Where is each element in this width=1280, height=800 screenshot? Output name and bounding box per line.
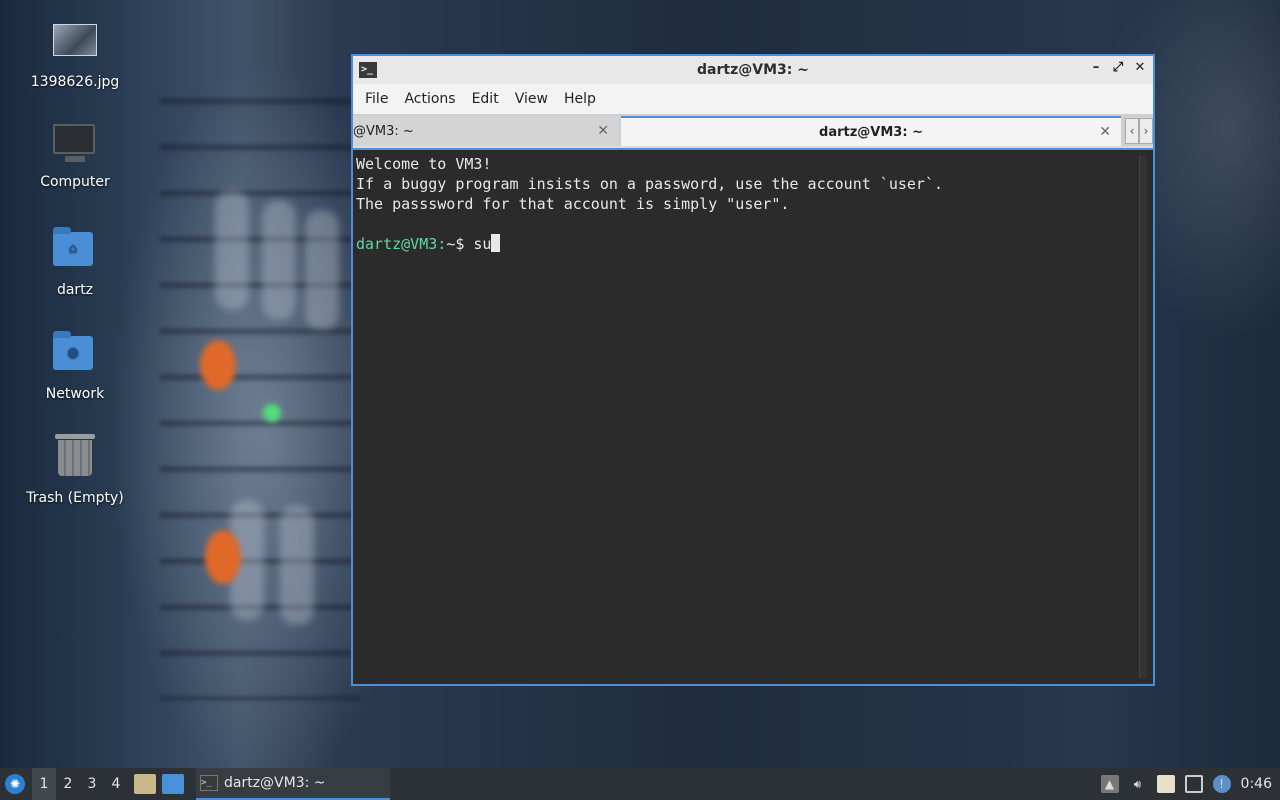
start-menu-button[interactable]: ✺ (0, 768, 30, 800)
chevron-left-icon[interactable]: ‹ (1125, 118, 1139, 144)
wallpaper-green-light (263, 404, 281, 422)
tab-bar: @VM3: ~ ✕ dartz@VM3: ~ ✕ ‹ › (353, 114, 1153, 146)
wallpaper-drive-bay (280, 505, 314, 625)
desktop-icon-label: Trash (Empty) (26, 490, 124, 506)
desktop-icon-network[interactable]: ● Network (20, 330, 130, 402)
text-cursor (491, 234, 501, 252)
menu-view[interactable]: View (507, 91, 556, 107)
show-desktop-icon[interactable] (162, 774, 184, 794)
wallpaper-drive-bay (215, 190, 249, 310)
maximize-icon[interactable]: ⤢ (1111, 60, 1125, 75)
menu-edit[interactable]: Edit (464, 91, 507, 107)
menu-help[interactable]: Help (556, 91, 604, 107)
terminal-prompt-suffix: ~$ (446, 235, 474, 253)
tab-close-icon[interactable]: ✕ (1099, 124, 1111, 140)
wallpaper-drive-bay (305, 210, 339, 330)
tab-label: @VM3: ~ (353, 123, 414, 139)
window-controls: – ⤢ ✕ (1089, 60, 1147, 75)
terminal-scrollbar[interactable] (1139, 156, 1147, 678)
menu-actions[interactable]: Actions (396, 91, 463, 107)
terminal-app-icon[interactable]: >_ (359, 62, 377, 78)
notification-icon[interactable]: ! (1212, 775, 1231, 793)
desktop-switcher: 1 2 3 4 (32, 768, 128, 800)
terminal-line: If a buggy program insists on a password… (356, 175, 943, 193)
app-menu-icon: ✺ (5, 774, 25, 794)
desktop-button-3[interactable]: 3 (80, 768, 104, 800)
wallpaper-orange-light (200, 340, 236, 390)
menu-file[interactable]: File (357, 91, 396, 107)
desktop-button-4[interactable]: 4 (104, 768, 128, 800)
terminal-command: su (473, 235, 492, 253)
desktop-button-2[interactable]: 2 (56, 768, 80, 800)
network-icon[interactable] (1184, 775, 1203, 793)
chevron-right-icon[interactable]: › (1139, 118, 1153, 144)
clock[interactable]: 0:46 (1241, 776, 1272, 792)
tab-close-icon[interactable]: ✕ (597, 123, 609, 139)
terminal-prompt-line: dartz@VM3:~$ su (356, 234, 1153, 254)
wallpaper-drive-bay (262, 200, 296, 320)
terminal-prompt: dartz@VM3: (356, 235, 447, 253)
file-manager-launcher-icon[interactable] (134, 774, 156, 794)
terminal-task-icon: >_ (200, 775, 218, 791)
desktop-icon-label: 1398626.jpg (30, 74, 120, 90)
computer-icon (53, 124, 97, 168)
trash-icon (53, 434, 97, 484)
home-folder-icon: ⌂ (53, 227, 97, 276)
minimize-icon[interactable]: – (1089, 60, 1103, 75)
terminal-line: Welcome to VM3! (356, 155, 492, 173)
network-folder-icon: ● (53, 331, 97, 380)
tab-inactive[interactable]: @VM3: ~ ✕ (353, 116, 619, 146)
desktop-icon-label: Computer (40, 174, 110, 190)
volume-icon[interactable]: 🔊︎ (1129, 775, 1147, 793)
desktop-icon-trash[interactable]: Trash (Empty) (20, 434, 130, 506)
desktop-icon-label: dartz (56, 282, 94, 298)
close-icon[interactable]: ✕ (1133, 60, 1147, 75)
taskbar: ✺ 1 2 3 4 >_ dartz@VM3: ~ ▲ 🔊︎ ! 0:46 (0, 768, 1280, 800)
wallpaper-orange-light (205, 530, 241, 584)
menu-bar: File Actions Edit View Help (353, 84, 1153, 114)
desktop-icon-home-folder[interactable]: ⌂ dartz (20, 226, 130, 298)
desktop-icon-computer[interactable]: Computer (20, 122, 130, 190)
system-tray: ▲ 🔊︎ ! 0:46 (1100, 775, 1280, 793)
tab-label: dartz@VM3: ~ (819, 124, 923, 140)
terminal-window[interactable]: >_ dartz@VM3: ~ – ⤢ ✕ File Actions Edit … (351, 54, 1155, 686)
window-title: dartz@VM3: ~ (697, 62, 809, 78)
desktop-icon-label: Network (45, 386, 105, 402)
clipboard-icon[interactable] (1156, 775, 1175, 793)
window-titlebar[interactable]: >_ dartz@VM3: ~ – ⤢ ✕ (353, 56, 1153, 84)
eject-icon[interactable]: ▲ (1100, 775, 1119, 793)
desktop-icon-image-file[interactable]: 1398626.jpg (20, 18, 130, 90)
image-file-icon (53, 24, 97, 68)
taskbar-window-button[interactable]: >_ dartz@VM3: ~ (196, 768, 390, 800)
desktop-button-1[interactable]: 1 (32, 768, 56, 800)
tab-active[interactable]: dartz@VM3: ~ ✕ (621, 116, 1121, 146)
tab-scroll-controls: ‹ › (1125, 118, 1153, 144)
task-label: dartz@VM3: ~ (224, 775, 326, 791)
terminal-line: The passsword for that account is simply… (356, 195, 790, 213)
terminal-output[interactable]: Welcome to VM3! If a buggy program insist… (353, 148, 1153, 684)
